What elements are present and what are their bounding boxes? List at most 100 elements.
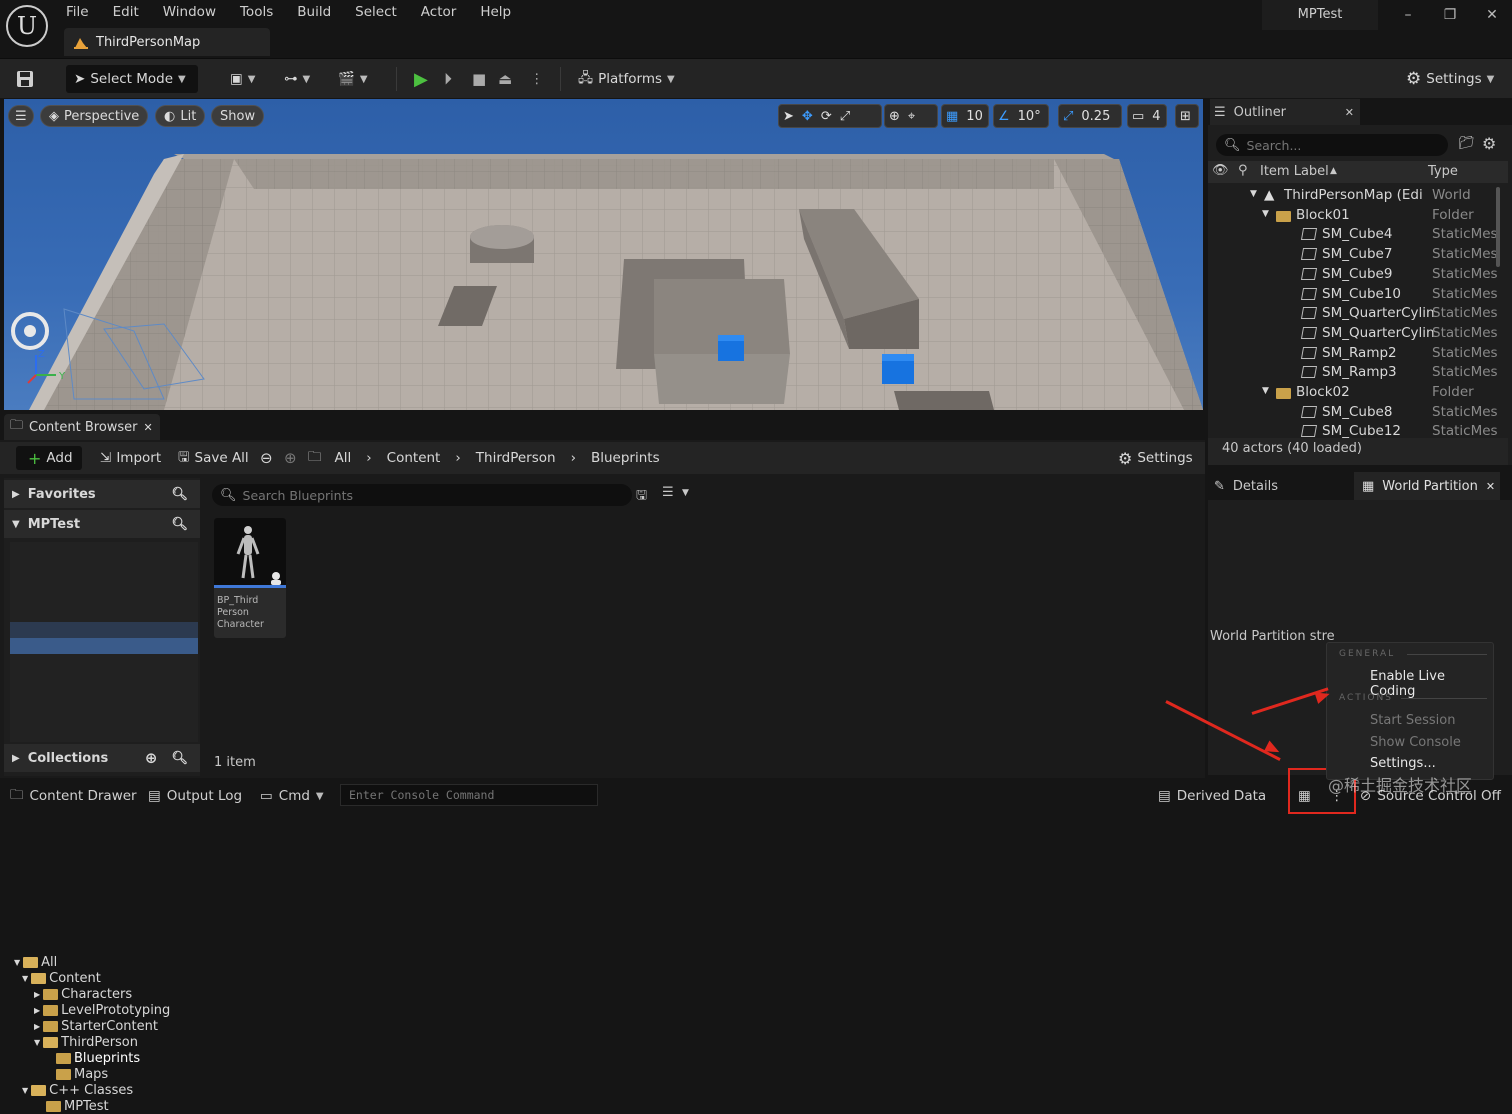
chevron-down-icon[interactable]: ▼ (682, 488, 689, 498)
search-icon[interactable]: 🔍︎ (171, 517, 188, 532)
outliner-search[interactable]: 🔍︎ (1216, 134, 1448, 156)
breadcrumb-content[interactable]: Content (387, 450, 441, 466)
project-header[interactable]: ▼ MPTest 🔍︎ (4, 510, 200, 538)
pin-icon[interactable]: ⚲ (1238, 163, 1248, 178)
history-forward-icon[interactable]: ⊕ (284, 446, 297, 470)
visibility-eye-icon[interactable]: 👁︎ (1212, 163, 1229, 178)
lit-button[interactable]: ◐ Lit (155, 105, 206, 127)
breadcrumb-all[interactable]: All (335, 450, 352, 466)
menu-build[interactable]: Build (297, 3, 343, 20)
rotation-snap-toggle[interactable]: ∠ 10° (993, 104, 1049, 128)
outliner-folder-row[interactable]: ▼ Block01 Folder (1208, 205, 1508, 225)
outliner-search-input[interactable] (1246, 137, 1427, 153)
output-log-button[interactable]: ▤ Output Log (148, 786, 242, 806)
show-button[interactable]: Show (211, 105, 265, 127)
layout-button[interactable]: ⊞ (1175, 104, 1199, 128)
add-collection-icon[interactable]: ⊕ (145, 749, 158, 767)
rotate-tool-icon[interactable]: ⟳ (817, 109, 836, 124)
cinematics-button[interactable]: 🎬 ▼ (338, 65, 368, 93)
outliner-row[interactable]: SM_Cube4 StaticMes (1208, 224, 1508, 244)
play-options-icon[interactable]: ⋮ (530, 65, 544, 93)
asset-tile[interactable]: BP_Third Person Character (214, 518, 286, 638)
gear-icon[interactable]: ⚙ (1482, 134, 1496, 153)
search-icon[interactable]: 🔍︎ (171, 487, 188, 502)
close-tab-icon[interactable]: ✕ (1486, 480, 1495, 493)
add-button[interactable]: + Add (16, 446, 82, 470)
select-tool-icon[interactable]: ➤ (779, 109, 798, 124)
world-partition-tab[interactable]: ▦ World Partition ✕ (1354, 472, 1500, 500)
content-browser-tab[interactable]: 🗀︎ Content Browser ✕ (4, 414, 160, 440)
map-tab[interactable]: ThirdPersonMap (64, 28, 270, 56)
content-drawer-button[interactable]: 🗀︎ Content Drawer (10, 786, 137, 806)
history-back-icon[interactable]: ⊖ (260, 446, 273, 470)
tree-item-levelprototyping[interactable]: ▶ LevelPrototyping (34, 1002, 170, 1018)
chevron-down-icon[interactable]: ▼ (1262, 209, 1269, 219)
favorites-header[interactable]: ▶ Favorites 🔍︎ (4, 480, 200, 508)
move-tool-icon[interactable]: ✥ (798, 109, 817, 124)
outliner-row[interactable]: SM_QuarterCylin StaticMes (1208, 303, 1508, 323)
menu-help[interactable]: Help (480, 3, 523, 20)
outliner-row[interactable]: SM_QuarterCylin StaticMes (1208, 323, 1508, 343)
outliner-tab[interactable]: ☰ Outliner ✕ (1210, 99, 1360, 125)
scale-snap-toggle[interactable]: ⤢ 0.25 (1058, 104, 1122, 128)
chevron-down-icon[interactable]: ▼ (1250, 189, 1257, 199)
tree-item-thirdperson[interactable]: ▼ ThirdPerson (34, 1034, 138, 1050)
outliner-row[interactable]: SM_Cube7 StaticMes (1208, 244, 1508, 264)
outliner-scrollbar[interactable] (1496, 187, 1500, 267)
save-icon[interactable] (16, 65, 34, 93)
tree-item-all[interactable]: ▼ All (14, 954, 57, 970)
close-tab-icon[interactable]: ✕ (144, 421, 153, 434)
select-mode-dropdown[interactable]: ➤ Select Mode ▼ (66, 65, 198, 93)
platforms-dropdown[interactable]: 🖧 Platforms ▼ (578, 65, 675, 93)
stop-icon[interactable]: ■ (472, 65, 486, 93)
tree-item-characters[interactable]: ▶ Characters (34, 986, 132, 1002)
menu-edit[interactable]: Edit (113, 3, 151, 20)
cmd-dropdown[interactable]: ▭ Cmd ▼ (260, 786, 324, 806)
hamburger-menu-icon[interactable]: ☰ (8, 105, 34, 127)
tree-item-mptest[interactable]: MPTest (46, 1098, 109, 1114)
asset-search[interactable]: 🔍︎ (212, 484, 632, 506)
close-tab-icon[interactable]: ✕ (1345, 106, 1354, 119)
menu-actor[interactable]: Actor (421, 3, 469, 20)
breadcrumb-blueprints[interactable]: Blueprints (591, 450, 660, 466)
content-settings-button[interactable]: ⚙ Settings (1118, 446, 1193, 470)
start-session-item[interactable]: Start Session (1370, 713, 1456, 728)
add-folder-icon[interactable]: 📁︎ (1458, 136, 1475, 151)
level-viewport[interactable]: Z Y ☰ ◈ Perspective ◐ Lit Show ➤ ✥ ⟳ ⤢ ⊕ ⌖ ▦ 10… (4, 99, 1203, 410)
add-actor-button[interactable]: ▣ ▼ (230, 65, 255, 93)
console-command-input[interactable] (340, 784, 598, 806)
close-icon[interactable]: ✕ (1474, 0, 1510, 30)
camera-speed-button[interactable]: ▭ 4 (1127, 104, 1167, 128)
settings-dropdown[interactable]: ⚙ Settings ▼ (1406, 65, 1494, 93)
minimize-icon[interactable]: – (1390, 0, 1426, 30)
tree-item-startercontent[interactable]: ▶ StarterContent (34, 1018, 158, 1034)
maximize-icon[interactable]: ❐ (1432, 0, 1468, 30)
tree-item-blueprints[interactable]: Blueprints (56, 1050, 140, 1066)
save-all-button[interactable]: 🖫 Save All (178, 446, 249, 470)
search-icon[interactable]: 🔍︎ (171, 751, 188, 766)
outliner-world-row[interactable]: ▼ ▲ ThirdPersonMap (Edi World (1208, 185, 1508, 205)
play-icon[interactable]: ▶ (414, 65, 428, 93)
eject-icon[interactable]: ⏏ (498, 65, 512, 93)
filter-icon[interactable]: ☰ (662, 485, 674, 500)
import-button[interactable]: ⇲ Import (100, 446, 161, 470)
surface-snap-icon[interactable]: ⌖ (904, 109, 919, 124)
tree-item-maps[interactable]: Maps (56, 1066, 108, 1082)
details-tab[interactable]: ✎ Details (1210, 472, 1350, 500)
chevron-down-icon[interactable]: ▼ (1262, 386, 1269, 396)
menu-window[interactable]: Window (163, 3, 228, 20)
outliner-row[interactable]: SM_Cube9 StaticMes (1208, 264, 1508, 284)
tree-item-content[interactable]: ▼ Content (22, 970, 101, 986)
outliner-row[interactable]: SM_Cube10 StaticMes (1208, 284, 1508, 304)
show-console-item[interactable]: Show Console (1370, 735, 1461, 750)
settings-item[interactable]: Settings... (1370, 756, 1436, 771)
outliner-row[interactable]: SM_Ramp3 StaticMes (1208, 362, 1508, 382)
blueprints-button[interactable]: ⊶ ▼ (284, 65, 310, 93)
outliner-row[interactable]: SM_Cube8 StaticMes (1208, 402, 1508, 422)
column-type[interactable]: Type (1428, 164, 1458, 179)
menu-tools[interactable]: Tools (240, 3, 285, 20)
column-item-label[interactable]: Item Label (1260, 164, 1329, 179)
scale-tool-icon[interactable]: ⤢ (836, 109, 854, 124)
asset-search-input[interactable] (242, 487, 603, 503)
unreal-logo-icon[interactable]: U (6, 5, 48, 47)
